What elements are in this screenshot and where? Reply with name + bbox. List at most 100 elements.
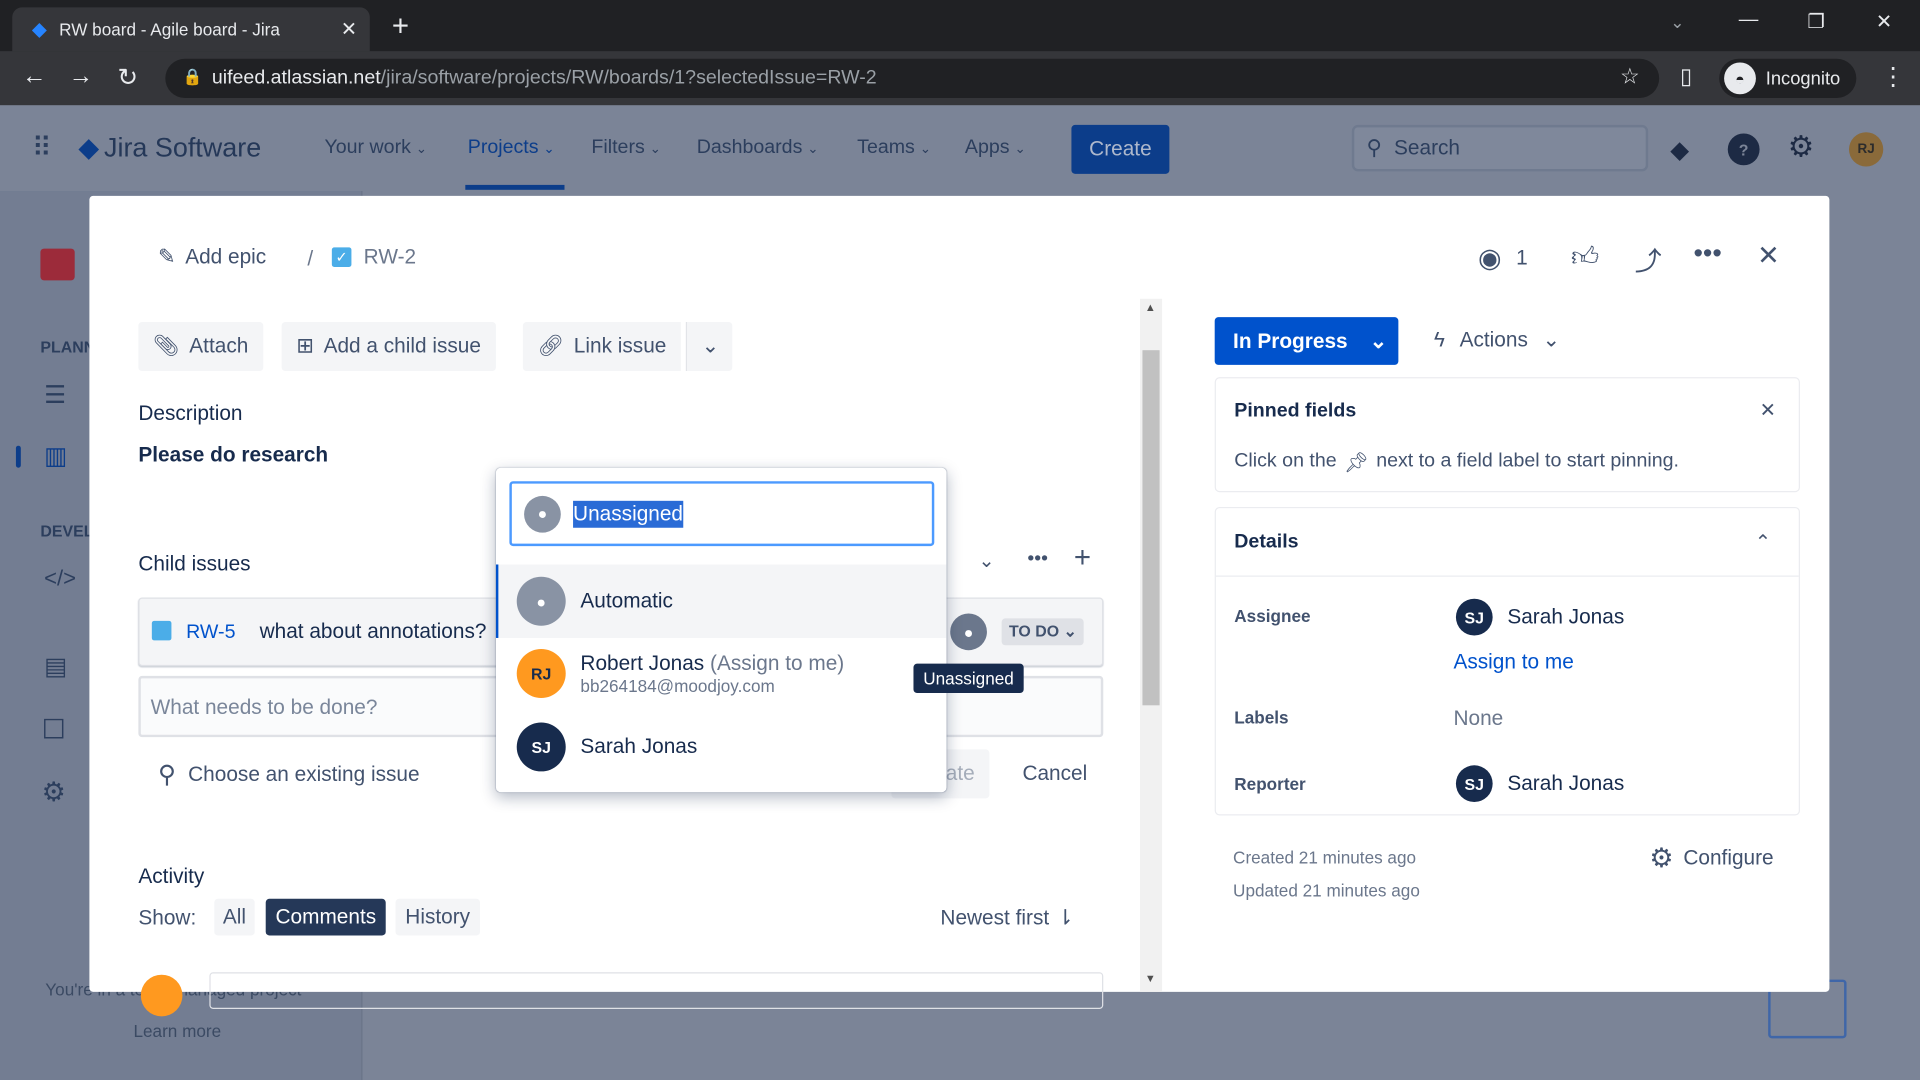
link-issue-button[interactable]: 🔗︎ Link issue <box>522 322 682 372</box>
more-actions-dropdown[interactable]: ⌄ <box>685 322 733 372</box>
child-status-dropdown[interactable]: TO DO ⌄ <box>1001 618 1085 646</box>
link-issue-label: Link issue <box>573 334 667 358</box>
actions-label: Actions <box>1459 328 1528 352</box>
option-automatic[interactable]: ● Automatic <box>495 564 947 638</box>
like-icon[interactable]: 👍︎ <box>1571 240 1599 273</box>
help-icon[interactable]: ? <box>1727 133 1760 166</box>
close-pinned-icon[interactable]: ✕ <box>1760 398 1776 422</box>
reporter-label: Reporter <box>1234 773 1306 794</box>
reporter-avatar: SJ <box>1455 765 1493 803</box>
attach-button[interactable]: 📎︎ Attach <box>138 322 264 372</box>
issue-key: RW-2 <box>363 244 417 269</box>
timeline-icon[interactable]: ☰ <box>44 380 66 411</box>
option-suffix: (Assign to me) <box>710 651 845 675</box>
nav-projects[interactable]: Projects ⌄ <box>468 137 555 159</box>
close-window-icon[interactable]: ✕ <box>1876 10 1892 34</box>
minimize-icon[interactable]: — <box>1739 10 1759 32</box>
watch-button[interactable]: ◉ 1 <box>1478 242 1528 274</box>
choose-existing-issue-button[interactable]: ⚲ Choose an existing issue <box>158 759 420 790</box>
child-sort-chevron-icon[interactable]: ⌄ <box>978 549 994 573</box>
code-icon[interactable]: </> <box>44 566 76 592</box>
sidebar-active-indicator <box>15 445 21 468</box>
add-shortcut-icon[interactable]: ☐ <box>42 714 66 746</box>
child-more-icon[interactable]: ••• <box>1027 549 1048 571</box>
child-issue-key[interactable]: RW-5 <box>186 622 235 644</box>
browser-menu-icon[interactable]: ⋮ <box>1881 61 1905 92</box>
pages-icon[interactable]: ▤ <box>44 651 67 682</box>
jira-logo[interactable]: ◆ Jira Software <box>78 132 261 164</box>
nav-apps[interactable]: Apps ⌄ <box>965 137 1026 159</box>
project-settings-icon[interactable]: ⚙ <box>42 776 66 808</box>
filter-history[interactable]: History <box>395 898 480 936</box>
assign-to-me-link[interactable]: Assign to me <box>1453 650 1573 674</box>
add-child-issue-button[interactable]: ⊞ Add a child issue <box>281 322 496 372</box>
pinned-fields-card: Pinned fields ✕ Click on the 📌︎ next to a … <box>1214 377 1801 493</box>
assignee-search-input[interactable]: ● Unassigned <box>509 481 935 547</box>
details-header[interactable]: Details ⌃ <box>1215 508 1799 577</box>
collapse-chevron-icon[interactable]: ⌃ <box>1755 530 1771 554</box>
description-text[interactable]: Please do research <box>138 443 328 467</box>
child-assignee-avatar[interactable]: ● <box>950 613 987 651</box>
filter-comments[interactable]: Comments <box>265 898 386 936</box>
comment-input[interactable] <box>209 972 1104 1009</box>
board-icon[interactable]: ▥ <box>44 441 67 472</box>
url-field[interactable]: 🔒 uifeed.atlassian.net/jira/software/pro… <box>165 58 1660 98</box>
cancel-button[interactable]: Cancel <box>1022 762 1087 786</box>
labels-value[interactable]: None <box>1453 707 1503 731</box>
nav-teams[interactable]: Teams ⌄ <box>857 137 931 159</box>
forward-icon[interactable]: → <box>69 62 93 90</box>
jira-favicon-icon: ◆ <box>31 19 47 41</box>
bookmark-star-icon[interactable]: ☆ <box>1620 64 1640 90</box>
nav-dashboards[interactable]: Dashboards ⌄ <box>697 137 819 159</box>
search-placeholder: Search <box>1394 135 1460 160</box>
child-issue-summary[interactable]: what about annotations? <box>260 620 487 644</box>
restore-icon[interactable]: ❐ <box>1807 10 1825 34</box>
tab-search-icon[interactable]: ⌄ <box>1670 12 1684 33</box>
side-panel-icon[interactable]: ▯ <box>1680 64 1692 90</box>
scroll-thumb[interactable] <box>1142 350 1160 706</box>
scroll-up-icon[interactable]: ▲ <box>1145 301 1156 313</box>
pinned-hint-after: next to a field label to start pinning. <box>1376 450 1679 472</box>
eye-icon: ◉ <box>1477 242 1502 274</box>
status-dropdown[interactable]: In Progress ⌄ <box>1214 317 1399 365</box>
learn-more-link[interactable]: Learn more <box>133 1021 221 1041</box>
reload-icon[interactable]: ↻ <box>118 62 139 93</box>
issue-key-link[interactable]: ✓ RW-2 <box>331 244 417 269</box>
app-switcher-icon[interactable]: ⠿ <box>32 132 52 164</box>
nav-filters[interactable]: Filters ⌄ <box>591 137 661 159</box>
user-avatar[interactable]: RJ <box>1848 132 1884 167</box>
project-avatar-icon[interactable] <box>40 248 75 281</box>
scrollbar[interactable]: ▲ ▼ <box>1140 298 1163 992</box>
option-robert-jonas[interactable]: RJ Robert Jonas (Assign to me) bb264184@… <box>496 639 947 708</box>
add-child-plus-icon[interactable]: + <box>1074 541 1091 575</box>
actions-dropdown[interactable]: ϟ Actions ⌄ <box>1434 328 1560 352</box>
assignee-field[interactable]: SJ Sarah Jonas <box>1455 598 1624 636</box>
new-tab-icon[interactable]: + <box>392 10 409 44</box>
browser-tab[interactable]: ◆ RW board - Agile board - Jira ✕ <box>12 7 370 52</box>
create-button[interactable]: Create <box>1071 124 1170 174</box>
new-child-placeholder: What needs to be done? <box>150 695 378 719</box>
filter-all[interactable]: All <box>214 898 255 936</box>
search-icon: ⚲ <box>1366 135 1382 160</box>
back-icon[interactable]: ← <box>22 62 46 90</box>
sarah-avatar: SJ <box>516 722 566 772</box>
create-child-label: ate <box>945 761 975 785</box>
configure-button[interactable]: ⚙ Configure <box>1649 842 1773 874</box>
development-heading: DEVEL <box>40 521 94 541</box>
option-sarah-jonas[interactable]: SJ Sarah Jonas <box>496 713 947 782</box>
settings-icon[interactable]: ⚙ <box>1788 130 1814 166</box>
pinned-hint-before: Click on the <box>1234 450 1337 472</box>
more-icon[interactable]: ••• <box>1693 238 1721 270</box>
search-icon: ⚲ <box>157 761 176 789</box>
search-input[interactable]: ⚲ Search <box>1351 124 1649 172</box>
scroll-down-icon[interactable]: ▼ <box>1145 972 1156 984</box>
close-tab-icon[interactable]: ✕ <box>341 17 357 41</box>
incognito-badge[interactable]: ◓ Incognito <box>1719 58 1857 98</box>
notifications-icon[interactable]: ◆ <box>1670 135 1689 166</box>
reporter-field[interactable]: SJ Sarah Jonas <box>1455 765 1624 803</box>
close-modal-icon[interactable]: ✕ <box>1757 240 1780 272</box>
add-epic-button[interactable]: ✎ Add epic <box>158 245 266 269</box>
nav-your-work[interactable]: Your work ⌄ <box>324 137 427 159</box>
share-icon[interactable]: ⤴ <box>1635 240 1662 279</box>
sort-toggle[interactable]: Newest first ⇂ <box>940 906 1074 930</box>
